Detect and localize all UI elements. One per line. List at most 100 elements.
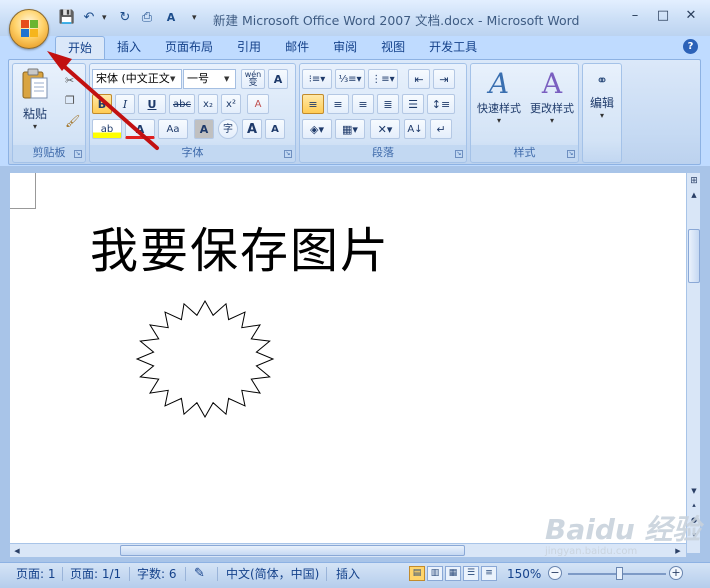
title-bar: 💾 ↶ ▾ ↻ ⎙ A ▾ 新建 Microsoft Office Word 2… [0, 0, 710, 36]
show-marks-button[interactable]: ↵ [430, 119, 452, 139]
asian-layout-button[interactable]: ✕▾ [370, 119, 400, 139]
clear-formatting-button[interactable]: A [247, 94, 269, 114]
tab-references[interactable]: 引用 [225, 36, 273, 60]
enclose-characters-button[interactable]: 字 [218, 119, 238, 139]
ribbon: 粘贴 ▾ ✂ ❐ 🖌 剪贴板 ↘ 宋体 (中文正文 ▼ 一号 ▼ wén 变 A… [8, 59, 701, 165]
status-pages[interactable]: 页面: 1/1 [70, 563, 121, 588]
paste-dropdown-icon[interactable]: ▾ [17, 122, 53, 131]
tab-view[interactable]: 视图 [369, 36, 417, 60]
horizontal-scroll-thumb[interactable] [120, 545, 465, 556]
proofing-icon[interactable]: ✎ [194, 563, 205, 588]
help-icon[interactable]: ? [683, 39, 698, 54]
editing-label: 编辑 [589, 96, 614, 110]
close-button[interactable]: ✕ [678, 6, 704, 26]
zoom-level[interactable]: 150% [507, 563, 541, 588]
customize-qat-icon[interactable]: ▾ [192, 9, 202, 27]
print-layout-view-icon[interactable]: ▤ [409, 566, 425, 581]
change-styles-button[interactable]: A 更改样式 ▾ [526, 68, 578, 138]
paste-button[interactable]: 粘贴 ▾ [17, 68, 53, 140]
tab-insert[interactable]: 插入 [105, 36, 153, 60]
status-language[interactable]: 中文(简体，中国) [226, 563, 319, 588]
strikethrough-button[interactable]: abc [169, 94, 195, 114]
quick-styles-icon: A [488, 67, 510, 100]
web-layout-icon[interactable]: ▦ [445, 566, 461, 581]
clipboard-launcher-icon[interactable]: ↘ [74, 150, 82, 158]
line-spacing-button[interactable]: ↕≡ [427, 94, 455, 114]
minimize-button[interactable]: – [622, 6, 648, 26]
document-text[interactable]: 我要保存图片 [90, 211, 390, 281]
cut-icon[interactable]: ✂ [65, 74, 74, 87]
phonetic-guide-bottom: 变 [248, 78, 258, 88]
office-button[interactable] [9, 9, 49, 49]
status-insert-mode[interactable]: 插入 [336, 563, 360, 588]
explosion-shape[interactable] [134, 299, 276, 419]
distributed-button[interactable]: ☰ [402, 94, 424, 114]
save-icon[interactable]: 💾 [58, 9, 76, 27]
vertical-scroll-thumb[interactable] [688, 229, 700, 283]
shading-button[interactable]: ◈▾ [302, 119, 332, 139]
change-case-button[interactable]: Aa [158, 119, 188, 139]
underline-button[interactable]: U [138, 94, 166, 114]
undo-dropdown-icon[interactable]: ▾ [102, 9, 112, 27]
tab-home[interactable]: 开始 [55, 36, 106, 60]
justify-button[interactable]: ≣ [377, 94, 399, 114]
font-name-combo[interactable]: 宋体 (中文正文 ▼ [92, 69, 182, 89]
tab-review[interactable]: 审阅 [321, 36, 369, 60]
status-page[interactable]: 页面: 1 [16, 563, 56, 588]
print-preview-icon[interactable]: ⎙ [138, 9, 156, 27]
font-color-button[interactable]: A [125, 119, 155, 139]
tab-mailings[interactable]: 邮件 [273, 36, 321, 60]
outline-view-icon[interactable]: ☰ [463, 566, 479, 581]
undo-icon[interactable]: ↶ [80, 9, 98, 27]
full-screen-reading-icon[interactable]: ▥ [427, 566, 443, 581]
format-painter-icon[interactable]: 🖌 [65, 114, 80, 128]
bold-button[interactable]: B [92, 94, 112, 114]
phonetic-guide-button[interactable]: wén 变 [241, 69, 265, 89]
align-left-button[interactable]: ≡ [302, 94, 324, 114]
decrease-indent-button[interactable]: ⇤ [408, 69, 430, 89]
numbering-button[interactable]: ⅓≡▾ [335, 69, 365, 89]
bullets-button[interactable]: ⁝≡▾ [302, 69, 332, 89]
character-border-button[interactable]: A [268, 69, 288, 89]
zoom-out-icon[interactable]: − [548, 566, 562, 580]
multilevel-list-button[interactable]: ⋮≡▾ [368, 69, 398, 89]
font-name-dropdown-icon[interactable]: ▼ [170, 70, 180, 88]
zoom-slider-thumb[interactable] [616, 567, 623, 580]
superscript-button[interactable]: x² [221, 94, 241, 114]
ruler-toggle-icon[interactable]: ⊞ [688, 175, 700, 187]
vertical-scrollbar[interactable]: ⊞ ▲ ▼ ▴ ● ▾ [686, 173, 700, 553]
shrink-font-button[interactable]: A [265, 119, 285, 139]
document-page[interactable]: 我要保存图片 [10, 173, 686, 553]
status-word-count[interactable]: 字数: 6 [137, 563, 177, 588]
paragraph-launcher-icon[interactable]: ↘ [455, 150, 463, 158]
tab-page-layout[interactable]: 页面布局 [153, 36, 225, 60]
clipboard-group: 粘贴 ▾ ✂ ❐ 🖌 剪贴板 ↘ [12, 63, 86, 163]
font-size-combo[interactable]: 一号 ▼ [183, 69, 236, 89]
align-right-button[interactable]: ≡ [352, 94, 374, 114]
zoom-in-icon[interactable]: + [669, 566, 683, 580]
quick-styles-button[interactable]: A 快速样式 ▾ [473, 68, 525, 138]
scroll-down-icon[interactable]: ▼ [688, 485, 700, 497]
scroll-up-icon[interactable]: ▲ [688, 189, 700, 201]
text-highlight-button[interactable]: ab [92, 119, 122, 139]
align-center-button[interactable]: ≡ [327, 94, 349, 114]
font-size-dropdown-icon[interactable]: ▼ [224, 70, 234, 88]
subscript-button[interactable]: x₂ [198, 94, 218, 114]
redo-icon[interactable]: ↻ [116, 9, 134, 27]
borders-button[interactable]: ▦▾ [335, 119, 365, 139]
scroll-left-icon[interactable]: ◀ [11, 545, 23, 557]
editing-button[interactable]: ⚭ 编辑 ▾ [584, 68, 620, 138]
font-launcher-icon[interactable]: ↘ [284, 150, 292, 158]
spelling-check-icon[interactable]: A [162, 9, 180, 27]
character-shading-button[interactable]: A [194, 119, 214, 139]
copy-icon[interactable]: ❐ [65, 94, 75, 107]
tab-developer[interactable]: 开发工具 [417, 36, 489, 60]
increase-indent-button[interactable]: ⇥ [433, 69, 455, 89]
styles-launcher-icon[interactable]: ↘ [567, 150, 575, 158]
maximize-button[interactable]: □ [650, 6, 676, 26]
font-name-value: 宋体 (中文正文 [96, 72, 170, 85]
sort-button[interactable]: A↓ [404, 119, 426, 139]
italic-button[interactable]: I [115, 94, 135, 114]
draft-view-icon[interactable]: ≡ [481, 566, 497, 581]
grow-font-button[interactable]: A [242, 119, 262, 139]
